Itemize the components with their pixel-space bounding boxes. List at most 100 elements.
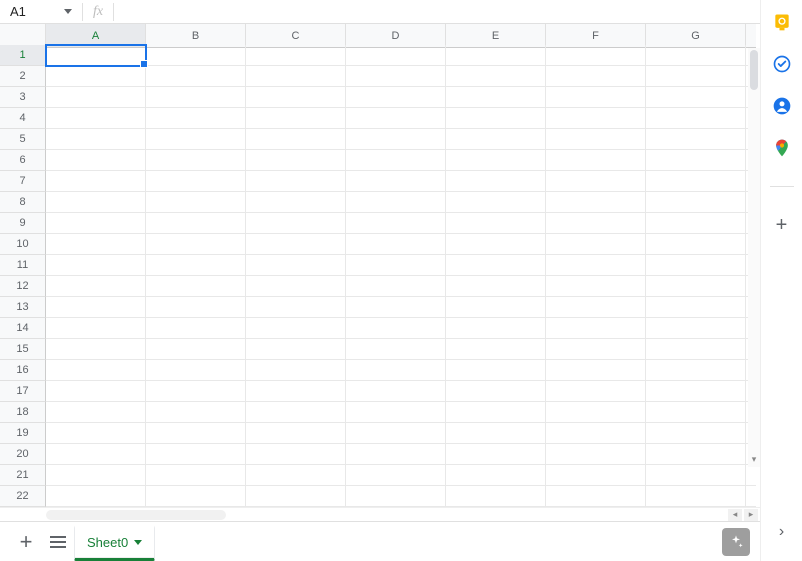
row-header[interactable]: 18 [0, 402, 46, 423]
cell[interactable] [546, 66, 646, 87]
cell[interactable] [546, 360, 646, 381]
row-header[interactable]: 16 [0, 360, 46, 381]
cell[interactable] [246, 465, 346, 486]
cell[interactable] [646, 486, 746, 507]
cell[interactable] [46, 423, 146, 444]
cell[interactable] [446, 297, 546, 318]
cell[interactable] [346, 255, 446, 276]
cell[interactable] [446, 486, 546, 507]
cell[interactable] [246, 297, 346, 318]
scrollbar-thumb[interactable] [750, 50, 758, 90]
cell[interactable] [146, 402, 246, 423]
cell[interactable] [646, 465, 746, 486]
row-header[interactable]: 12 [0, 276, 46, 297]
cell[interactable] [646, 45, 746, 66]
cell[interactable] [746, 465, 756, 486]
cell[interactable] [546, 255, 646, 276]
cell[interactable] [146, 66, 246, 87]
cell[interactable] [246, 444, 346, 465]
cell[interactable] [446, 402, 546, 423]
cell[interactable] [46, 45, 146, 66]
cell[interactable] [646, 213, 746, 234]
cell[interactable] [546, 108, 646, 129]
tasks-icon[interactable] [772, 54, 792, 74]
cell[interactable] [546, 423, 646, 444]
explore-button[interactable] [722, 528, 750, 556]
cell[interactable] [446, 423, 546, 444]
cell[interactable] [246, 45, 346, 66]
row-header[interactable]: 9 [0, 213, 46, 234]
get-addons-button[interactable]: + [776, 215, 788, 235]
cell[interactable] [346, 192, 446, 213]
add-sheet-button[interactable]: + [10, 526, 42, 558]
cell[interactable] [46, 318, 146, 339]
cell[interactable] [446, 255, 546, 276]
row-header[interactable]: 3 [0, 87, 46, 108]
row-header[interactable]: 8 [0, 192, 46, 213]
cell[interactable] [446, 150, 546, 171]
cell[interactable] [546, 234, 646, 255]
cell[interactable] [146, 150, 246, 171]
sheet-tab-sheet0[interactable]: Sheet0 [74, 525, 155, 561]
cell[interactable] [146, 339, 246, 360]
cell[interactable] [346, 150, 446, 171]
row-header[interactable]: 10 [0, 234, 46, 255]
cell[interactable] [346, 171, 446, 192]
keep-icon[interactable] [772, 12, 792, 32]
cell[interactable] [446, 444, 546, 465]
cell[interactable] [646, 171, 746, 192]
cell[interactable] [446, 276, 546, 297]
row-header[interactable]: 5 [0, 129, 46, 150]
row-header[interactable]: 2 [0, 66, 46, 87]
cell[interactable] [146, 234, 246, 255]
cell[interactable] [446, 129, 546, 150]
scroll-left-arrow[interactable]: ◂ [728, 509, 742, 521]
cell[interactable] [146, 360, 246, 381]
cell[interactable] [346, 318, 446, 339]
cell[interactable] [546, 171, 646, 192]
cell[interactable] [546, 276, 646, 297]
cell[interactable] [46, 486, 146, 507]
cell[interactable] [146, 129, 246, 150]
cell[interactable] [146, 255, 246, 276]
cell[interactable] [346, 423, 446, 444]
cell[interactable] [346, 444, 446, 465]
cell[interactable] [46, 255, 146, 276]
cell[interactable] [46, 297, 146, 318]
cell[interactable] [146, 318, 246, 339]
cell[interactable] [46, 444, 146, 465]
cell[interactable] [646, 381, 746, 402]
cell[interactable] [646, 423, 746, 444]
cell[interactable] [646, 87, 746, 108]
cell[interactable] [246, 318, 346, 339]
collapse-panel-button[interactable]: › [779, 523, 784, 541]
cell[interactable] [146, 444, 246, 465]
cell[interactable] [146, 87, 246, 108]
row-header[interactable]: 19 [0, 423, 46, 444]
cell[interactable] [246, 129, 346, 150]
cell[interactable] [246, 339, 346, 360]
cell[interactable] [46, 276, 146, 297]
cell[interactable] [146, 381, 246, 402]
cell[interactable] [146, 171, 246, 192]
cell[interactable] [346, 213, 446, 234]
vertical-scrollbar[interactable]: ▾ [748, 48, 760, 467]
cell[interactable] [446, 171, 546, 192]
cell[interactable] [446, 192, 546, 213]
cell[interactable] [46, 213, 146, 234]
cell[interactable] [246, 66, 346, 87]
row-header[interactable]: 14 [0, 318, 46, 339]
cell[interactable] [46, 360, 146, 381]
cell[interactable] [446, 318, 546, 339]
cell[interactable] [346, 402, 446, 423]
cell[interactable] [46, 129, 146, 150]
cell[interactable] [246, 171, 346, 192]
cell[interactable] [246, 87, 346, 108]
cell[interactable] [646, 444, 746, 465]
row-header[interactable]: 4 [0, 108, 46, 129]
scroll-down-arrow[interactable]: ▾ [748, 454, 760, 465]
cell[interactable] [646, 318, 746, 339]
cell[interactable] [446, 66, 546, 87]
row-header[interactable]: 11 [0, 255, 46, 276]
cell[interactable] [46, 87, 146, 108]
